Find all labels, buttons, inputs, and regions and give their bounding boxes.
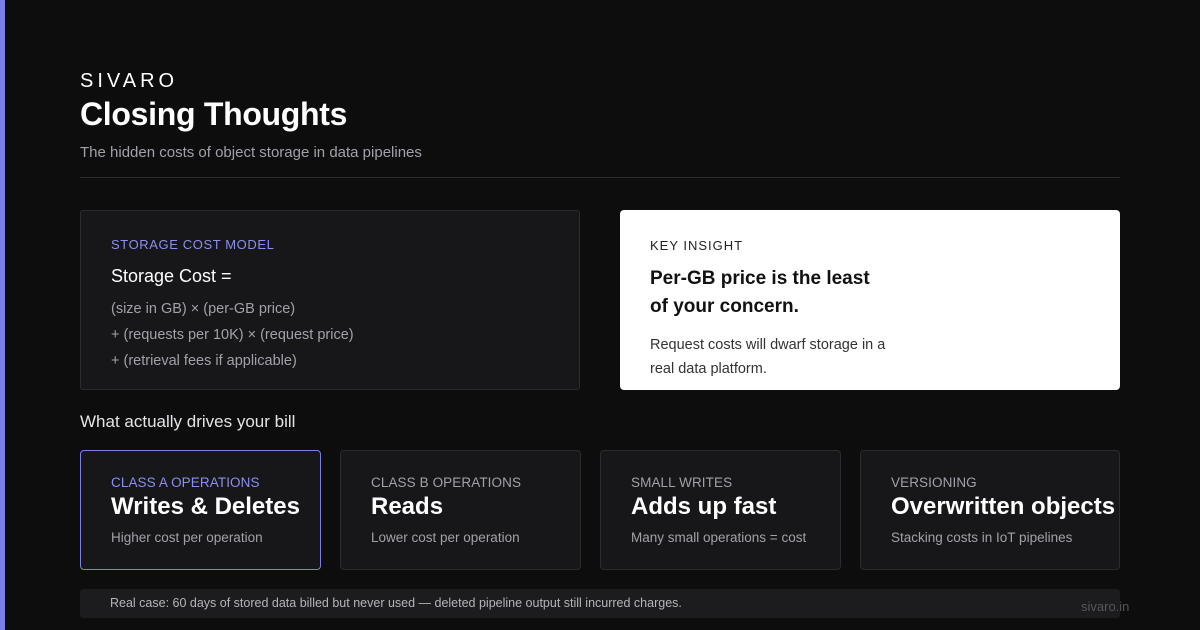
driver-card-class-b: CLASS B OPERATIONS Reads Lower cost per … bbox=[340, 450, 581, 570]
driver-title: Overwritten objects bbox=[891, 493, 1116, 520]
driver-card-versioning: VERSIONING Overwritten objects Stacking … bbox=[860, 450, 1120, 570]
model-heading: Storage Cost = bbox=[111, 266, 232, 286]
driver-desc: Lower cost per operation bbox=[371, 530, 520, 545]
driver-title: Reads bbox=[371, 493, 444, 520]
driver-title: Writes & Deletes bbox=[111, 493, 300, 520]
driver-desc: Many small operations = cost bbox=[631, 530, 807, 545]
page-subtitle: The hidden costs of object storage in da… bbox=[80, 144, 422, 161]
driver-label: VERSIONING bbox=[891, 475, 977, 490]
drivers-heading: What actually drives your bill bbox=[80, 412, 296, 431]
driver-card-small-writes: SMALL WRITES Adds up fast Many small ope… bbox=[600, 450, 841, 570]
driver-label: SMALL WRITES bbox=[631, 475, 733, 490]
insight-body: Request costs will dwarf storage in a re… bbox=[650, 337, 886, 377]
insight-heading: Per-GB price is the least of your concer… bbox=[650, 268, 870, 317]
header-divider bbox=[80, 177, 1120, 178]
accent-bar bbox=[0, 0, 5, 630]
site-url: sivaro.in bbox=[1081, 599, 1130, 614]
insight-label: KEY INSIGHT bbox=[650, 238, 744, 253]
page-title: Closing Thoughts bbox=[80, 96, 348, 132]
driver-desc: Stacking costs in IoT pipelines bbox=[891, 530, 1073, 545]
driver-label: CLASS A OPERATIONS bbox=[111, 475, 260, 490]
model-line: + (retrieval fees if applicable) bbox=[111, 353, 297, 369]
driver-title: Adds up fast bbox=[631, 493, 777, 520]
driver-card-class-a: CLASS A OPERATIONS Writes & Deletes High… bbox=[80, 450, 321, 570]
driver-label: CLASS B OPERATIONS bbox=[371, 475, 522, 490]
storage-cost-model-card: STORAGE COST MODEL Storage Cost = (size … bbox=[80, 210, 580, 390]
driver-desc: Higher cost per operation bbox=[111, 530, 263, 545]
model-label: STORAGE COST MODEL bbox=[111, 237, 275, 252]
key-insight-card: KEY INSIGHT Per-GB price is the least of… bbox=[620, 210, 1120, 390]
model-line: + (requests per 10K) × (request price) bbox=[111, 327, 354, 343]
brand-wordmark: SIVARO bbox=[80, 70, 179, 92]
model-line: (size in GB) × (per-GB price) bbox=[111, 301, 296, 317]
real-case-note: Real case: 60 days of stored data billed… bbox=[80, 589, 1120, 618]
